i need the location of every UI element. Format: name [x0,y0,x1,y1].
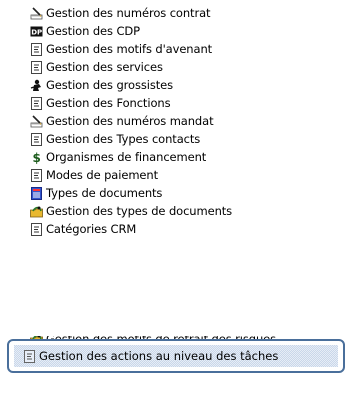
menu-item-label: Gestion des Fonctions [46,96,171,110]
menu-item-fonctions[interactable]: Gestion des Fonctions [30,94,171,112]
menu-item-motifs-avenant[interactable]: Gestion des motifs d'avenant [30,40,212,58]
form-document-icon [31,96,42,110]
menu-item-label: Organismes de financement [46,150,207,164]
blue-document-icon [31,186,42,200]
menu-item-cdp[interactable]: DP Gestion des CDP [30,22,140,40]
menu-item-label: Gestion des grossistes [46,78,174,92]
form-document-icon [31,42,42,56]
menu-item-label: Gestion des services [46,60,163,74]
menu-item-numeros-contrat[interactable]: Gestion des numéros contrat [30,4,211,22]
dp-badge-icon: DP [30,26,43,36]
menu-item-types-contacts[interactable]: Gestion des Types contacts [30,130,200,148]
menu-item-label: Gestion des actions au niveau des tâches [39,349,279,363]
menu-item-grossistes[interactable]: Gestion des grossistes [30,76,173,94]
menu-item-label: Gestion des Types contacts [46,132,201,146]
svg-text:$: $ [33,151,41,164]
menu-item-label: Types de documents [46,186,163,200]
menu-item-label: Gestion des motifs d'avenant [46,42,213,56]
menu-item-label: Gestion des numéros mandat [46,114,214,128]
form-document-icon [31,132,42,146]
folder-swirl-icon [30,206,43,217]
menu-item-label: Gestion des numéros contrat [46,6,211,20]
pen-paper-icon [30,6,43,19]
svg-text:DP: DP [31,28,42,36]
menu-item-label: Gestion des CDP [46,24,141,38]
menu-item-actions-niveau-taches[interactable]: Gestion des actions au niveau des tâches [23,347,278,365]
menu-item-categories-crm[interactable]: Catégories CRM [30,220,136,238]
person-silhouette-icon [30,79,41,91]
menu-item-numeros-mandat[interactable]: Gestion des numéros mandat [30,112,214,130]
pen-paper-icon [30,114,43,127]
menu-item-gestion-types-documents[interactable]: Gestion des types de documents [30,202,232,220]
dollar-icon: $ [33,151,41,164]
menu-item-modes-paiement[interactable]: Modes de paiement [30,166,158,184]
menu-item-label: Gestion des types de documents [46,204,233,218]
form-document-icon [31,222,42,236]
menu-item-label: Catégories CRM [46,222,137,236]
menu-item-types-documents[interactable]: Types de documents [30,184,162,202]
menu-item-label: Modes de paiement [46,168,159,182]
form-document-icon [31,168,42,182]
form-document-icon [31,60,42,74]
menu-item-organismes-financement[interactable]: $ Organismes de financement [30,148,207,166]
form-document-icon [24,349,35,363]
menu-item-services[interactable]: Gestion des services [30,58,163,76]
